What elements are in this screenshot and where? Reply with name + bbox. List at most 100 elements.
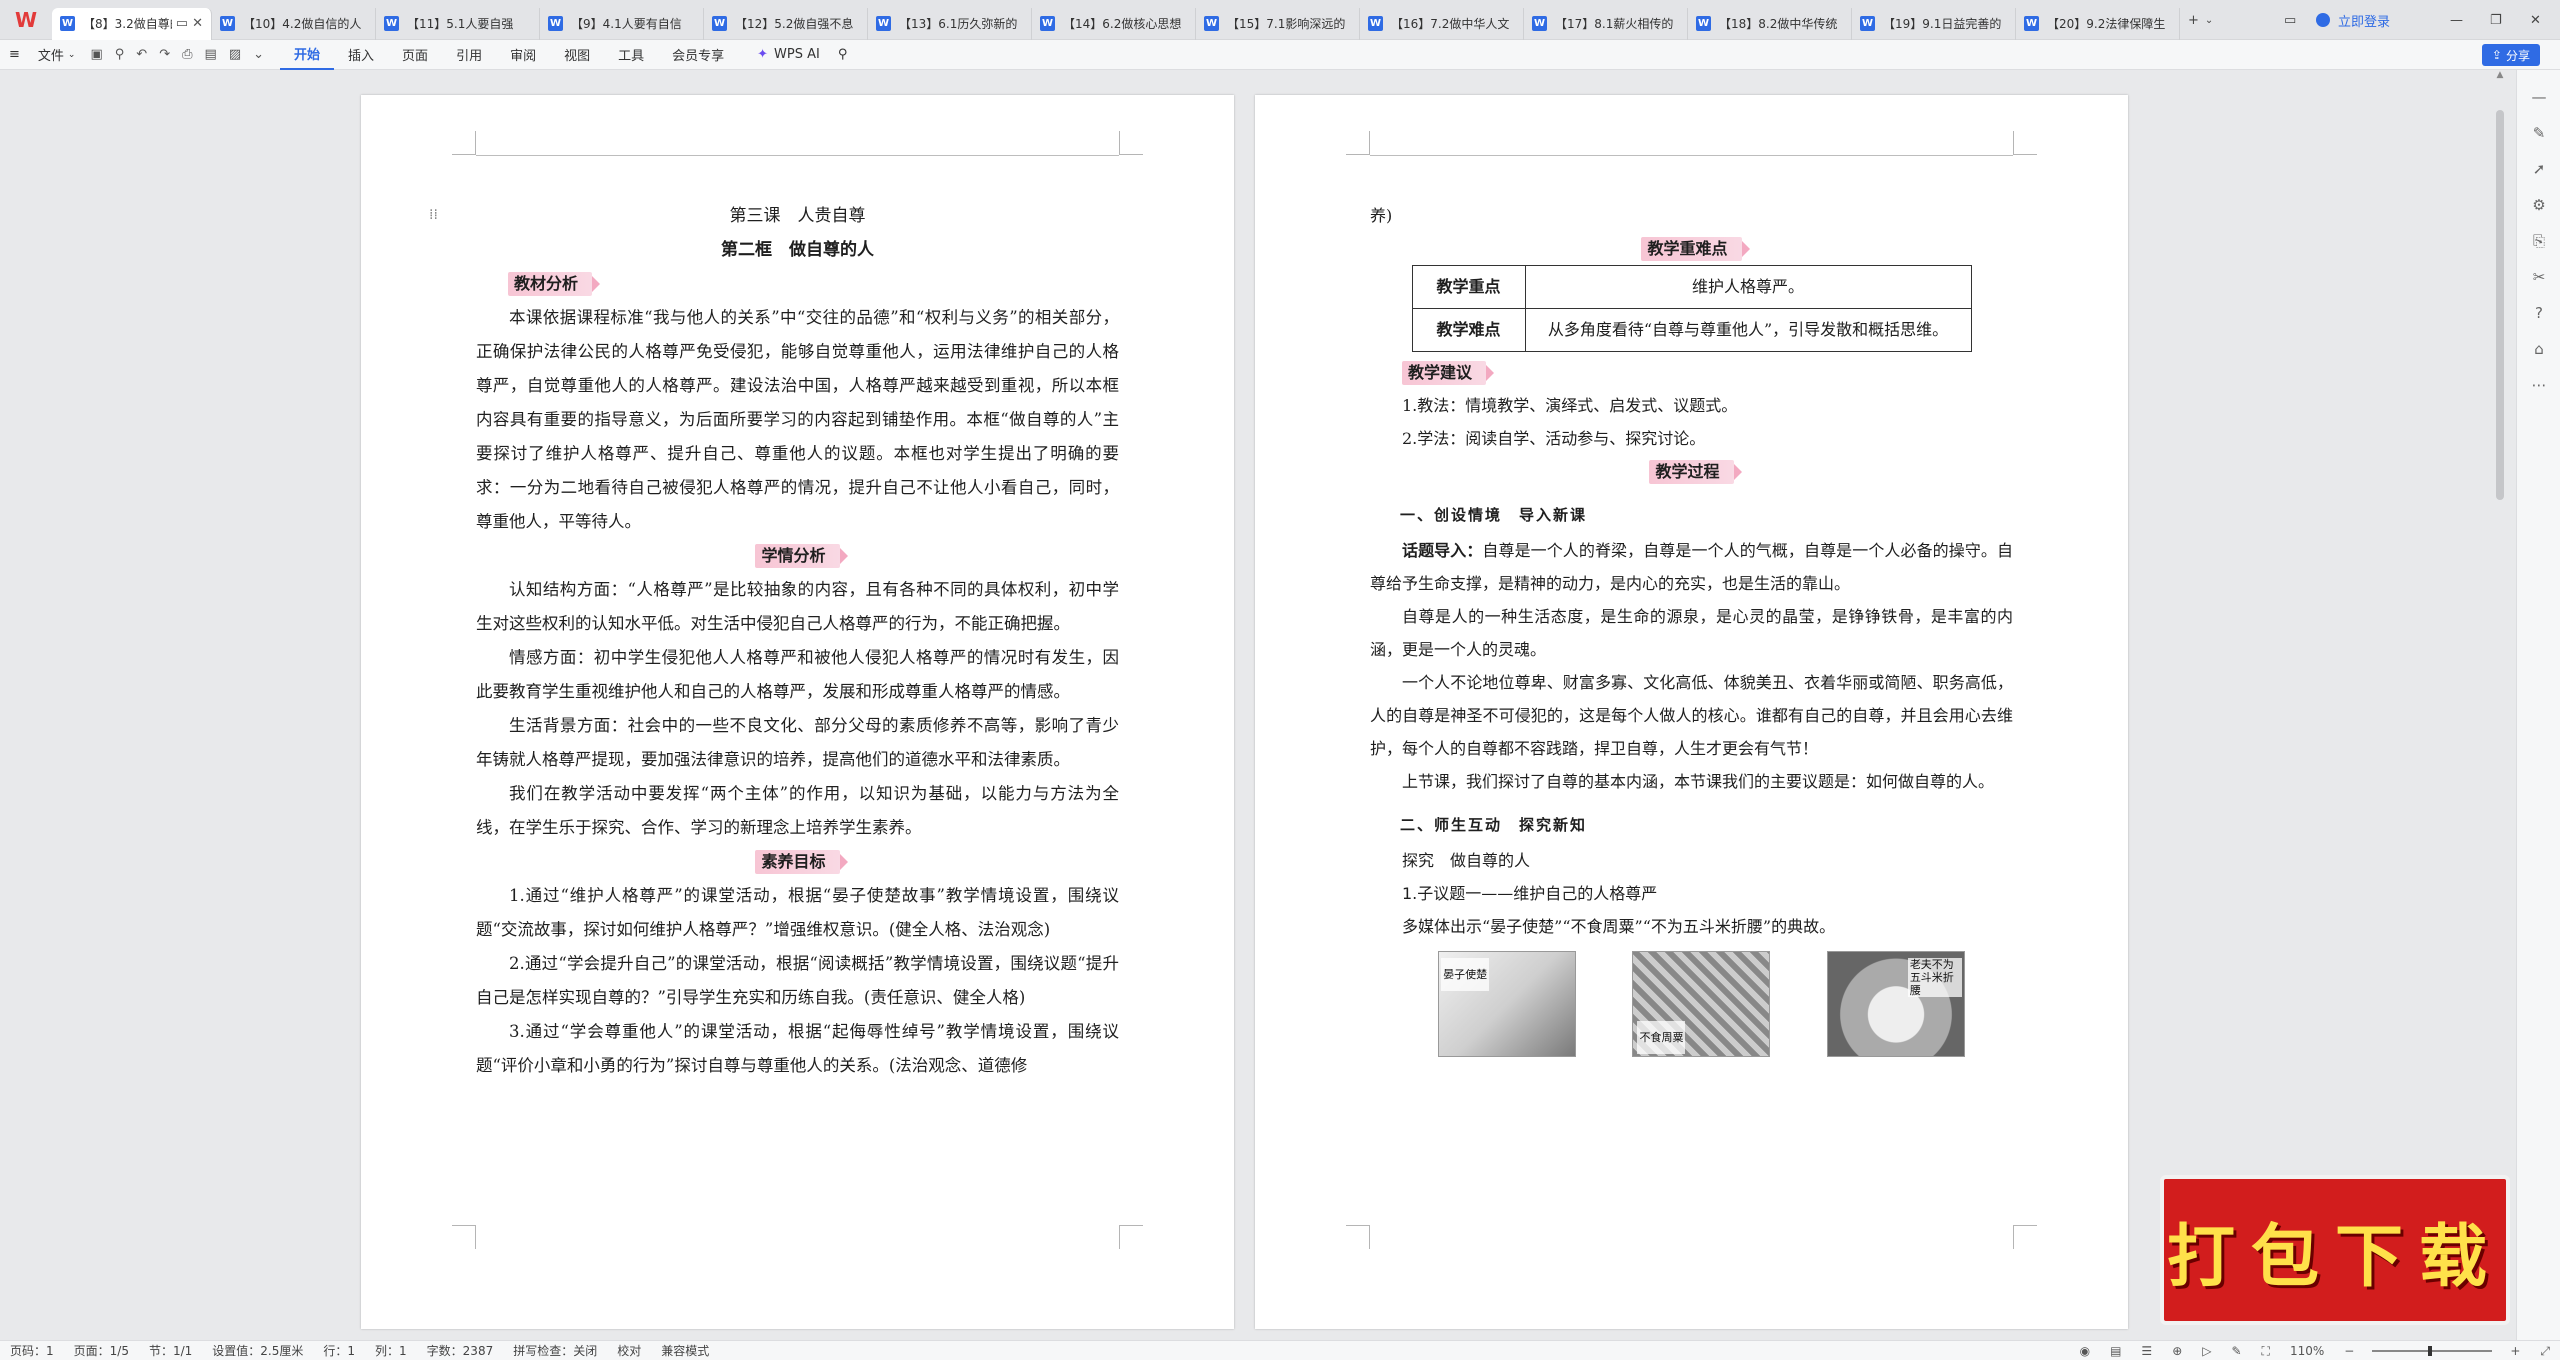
translate-icon[interactable]: ⌂ — [2517, 340, 2560, 358]
paragraph: 情感方面：初中学生侵犯他人人格尊严和被他人侵犯人格尊严的情况时有发生，因此要教育… — [476, 648, 1119, 701]
login-link[interactable]: 立即登录 — [2338, 0, 2390, 40]
new-tab-button[interactable]: + ⌄ — [2188, 0, 2213, 40]
tab-document[interactable]: W 【13】6.1历久弥新的 — [868, 7, 1032, 40]
avatar — [2316, 13, 2330, 27]
table-cell: 维护人格尊严。 — [1524, 265, 1972, 309]
eye-icon[interactable]: ◉ — [2070, 1344, 2100, 1358]
ribbon-tab[interactable]: 审阅 — [496, 40, 550, 70]
more-chevron-icon[interactable]: ⌄ — [247, 47, 270, 62]
ribbon-tab[interactable]: 页面 — [388, 40, 442, 70]
story-image: 晏子使楚 — [1438, 951, 1577, 1057]
file-menu[interactable]: 文件 ⌄ — [29, 40, 85, 70]
layout-icon[interactable]: ▭ — [2284, 0, 2296, 40]
wps-logo-icon[interactable]: W — [0, 0, 52, 40]
find-icon[interactable]: ⚲ — [109, 47, 131, 62]
status-page-num[interactable]: 页码：1 — [0, 1342, 64, 1359]
zoom-slider-knob[interactable] — [2428, 1346, 2433, 1356]
ribbon-tab[interactable]: 引用 — [442, 40, 496, 70]
status-compat[interactable]: 兼容模式 — [651, 1342, 719, 1359]
paragraph: 1.通过“维护人格尊严”的课堂活动，根据“晏子使楚故事”教学情境设置，围绕议题“… — [476, 886, 1119, 939]
status-proof[interactable]: 校对 — [607, 1342, 651, 1359]
tab-label: 【14】6.2做核心思想 — [1063, 17, 1182, 31]
undo-icon[interactable]: ↶ — [130, 47, 153, 62]
ribbon-tab[interactable]: 工具 — [604, 40, 658, 70]
wps-ai-button[interactable]: ✦ WPS AI — [748, 40, 829, 70]
ribbon-tab[interactable]: 插入 — [334, 40, 388, 70]
tab-document[interactable]: W 【16】7.2做中华人文 — [1360, 7, 1524, 40]
tab-document[interactable]: W 【10】4.2做自信的人 — [212, 7, 376, 40]
status-col[interactable]: 列：1 — [365, 1342, 417, 1359]
close-tab-icon[interactable]: ✕ — [192, 16, 203, 31]
fullscreen-icon[interactable]: ⤢ — [2530, 1344, 2560, 1359]
ribbon-tab[interactable]: 视图 — [550, 40, 604, 70]
word-doc-icon: W — [220, 16, 235, 31]
fit-icon[interactable]: ⛶ — [2252, 1344, 2280, 1359]
tab-document[interactable]: W 【20】9.2法律保障生 — [2016, 7, 2180, 40]
document-page-2[interactable]: 养) 教学重难点 教学重点 维护人格尊严。 教学难点 从多角度看待“自尊与尊重他… — [1255, 95, 2128, 1329]
clip-icon[interactable]: ⎘ — [2517, 232, 2560, 250]
zoom-slider[interactable] — [2372, 1346, 2493, 1356]
tab-label: 【17】8.1薪火相传的 — [1555, 17, 1674, 31]
restore-button[interactable]: ❐ — [2490, 0, 2502, 40]
tab-document[interactable]: W 【9】4.1人要有自信 — [540, 7, 704, 40]
table-cell: 教学重点 — [1411, 265, 1526, 309]
tab-document[interactable]: W 【8】3.2做自尊的人▭✕ — [52, 7, 212, 40]
tools-icon[interactable]: ✂ — [2517, 268, 2560, 286]
minimize-button[interactable]: — — [2450, 0, 2463, 40]
status-spell[interactable]: 拼写检查：关闭 — [503, 1342, 607, 1359]
tab-label: 【11】5.1人要自强 — [407, 17, 514, 31]
tab-document[interactable]: W 【19】9.1日益完善的 — [1852, 7, 2016, 40]
ribbon-tab[interactable]: 开始 — [280, 40, 335, 70]
scroll-up-icon[interactable]: ▲ — [2494, 70, 2506, 80]
status-setting[interactable]: 设置值：2.5厘米 — [202, 1342, 313, 1359]
tab-document[interactable]: W 【14】6.2做核心思想 — [1032, 7, 1196, 40]
tab-document[interactable]: W 【17】8.1薪火相传的 — [1524, 7, 1688, 40]
pen-icon[interactable]: ✎ — [2221, 1344, 2251, 1358]
zoom-out-icon[interactable]: − — [2334, 1344, 2364, 1358]
select-icon[interactable]: ➚ — [2517, 160, 2560, 178]
key-points-table: 教学重点 维护人格尊严。 教学难点 从多角度看待“自尊与尊重他人”，引导发散和概… — [1411, 265, 1972, 352]
monitor-icon: ▭ — [175, 16, 189, 31]
document-page-1[interactable]: ⁞⁞ 第三课 人贵自尊 第二框 做自尊的人 教材分析 本课依据课程标准“我与他人… — [361, 95, 1234, 1329]
print-icon[interactable]: ⎙ — [176, 47, 198, 62]
redo-icon[interactable]: ↷ — [153, 47, 176, 62]
image-icon[interactable]: ▨ — [223, 47, 247, 62]
web-view-icon[interactable]: ⊕ — [2162, 1344, 2192, 1358]
save-icon[interactable]: ▣ — [84, 47, 108, 62]
tab-document[interactable]: W 【12】5.2做自强不息 — [704, 7, 868, 40]
help-icon[interactable]: ? — [2517, 304, 2560, 322]
tab-document[interactable]: W 【15】7.1影响深远的 — [1196, 7, 1360, 40]
drag-handle-icon[interactable]: ⁞⁞ — [429, 207, 438, 223]
status-row[interactable]: 行：1 — [313, 1342, 365, 1359]
word-doc-icon: W — [712, 16, 727, 31]
status-pages[interactable]: 页面：1/5 — [64, 1342, 139, 1359]
status-section[interactable]: 节：1/1 — [139, 1342, 202, 1359]
pdf-icon[interactable]: ▤ — [199, 47, 223, 62]
scroll-thumb[interactable] — [2496, 110, 2504, 500]
search-icon[interactable]: ⚲ — [829, 40, 857, 70]
more-icon[interactable]: ⋯ — [2517, 376, 2560, 394]
play-icon[interactable]: ▷ — [2192, 1344, 2221, 1358]
zoom-in-icon[interactable]: + — [2500, 1344, 2530, 1358]
settings-icon[interactable]: ⚙ — [2517, 196, 2560, 214]
crop-mark — [1346, 131, 1370, 155]
ribbon-toolbar: ≡ 文件 ⌄ ▣ ⚲ ↶ ↷ ⎙ ▤ ▨ ⌄ 开始 插入 页面 引用 审阅 视图 工具 会员专享… — [0, 40, 2560, 70]
edit-icon[interactable]: ✎ — [2517, 124, 2560, 142]
ribbon-tab[interactable]: 会员专享 — [658, 40, 738, 70]
outline-view-icon[interactable]: ☰ — [2131, 1344, 2162, 1358]
menu-icon[interactable]: ≡ — [0, 40, 29, 70]
tab-document[interactable]: W 【18】8.2做中华传统 — [1688, 7, 1852, 40]
share-icon: ⇪ — [2491, 48, 2502, 62]
page-view-icon[interactable]: ▤ — [2100, 1344, 2131, 1358]
paragraph: 一个人不论地位尊卑、财富多寡、文化高低、体貌美丑、衣着华丽或简陋、职务高低，人的… — [1370, 673, 2013, 758]
download-banner[interactable]: 打包下载 — [2160, 1175, 2510, 1325]
vertical-scrollbar[interactable]: ▲ — [2494, 70, 2506, 1340]
paragraph: 养) — [1370, 206, 1393, 225]
table-cell: 教学难点 — [1411, 308, 1526, 352]
tab-document[interactable]: W 【11】5.1人要自强 — [376, 7, 540, 40]
share-button[interactable]: ⇪ 分享 — [2481, 44, 2540, 66]
status-words[interactable]: 字数：2387 — [417, 1342, 504, 1359]
zoom-level[interactable]: 110% — [2280, 1344, 2334, 1358]
close-window-button[interactable]: ✕ — [2530, 0, 2541, 40]
collapse-icon[interactable]: — — [2517, 88, 2560, 106]
